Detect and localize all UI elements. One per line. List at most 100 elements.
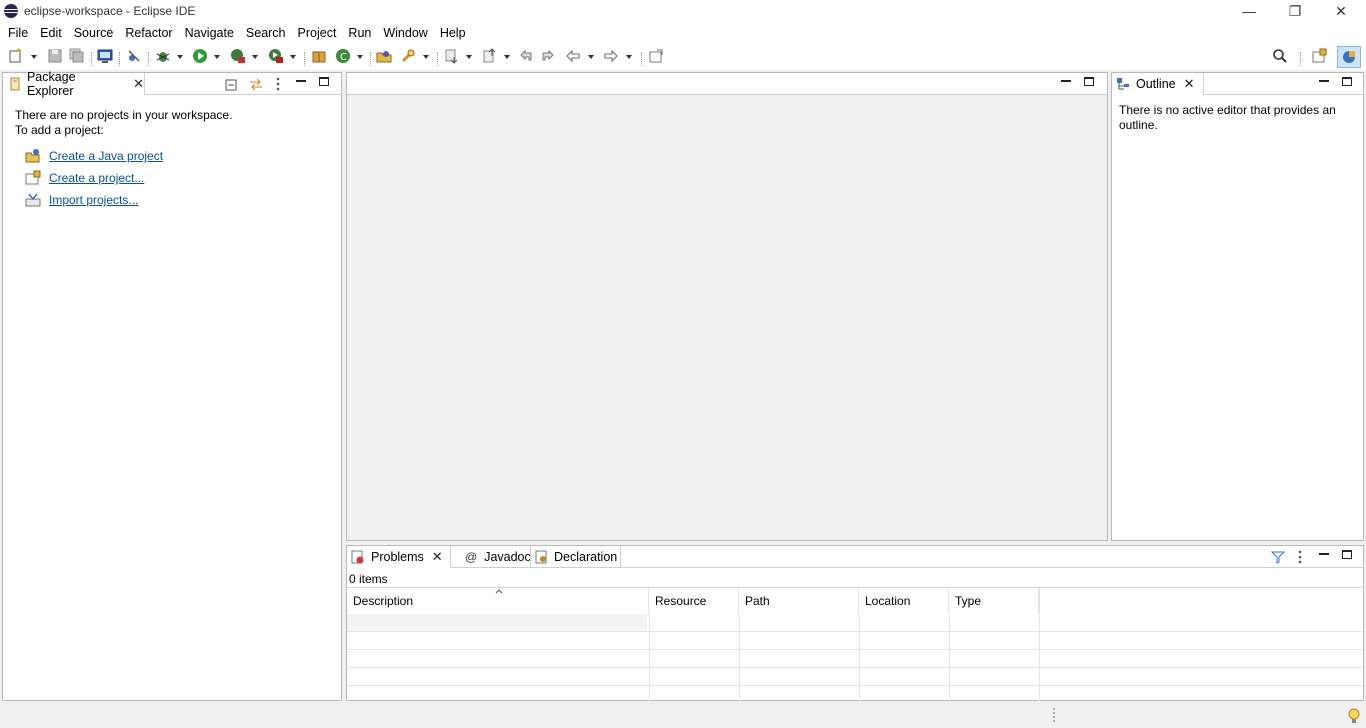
open-perspective-icon[interactable] — [1311, 48, 1327, 66]
toolbar-separator — [119, 52, 120, 66]
problems-tab-label: Problems — [371, 550, 424, 564]
package-explorer-icon — [10, 77, 20, 91]
menu-navigate[interactable]: Navigate — [179, 26, 240, 40]
forward-arrow-icon[interactable] — [603, 48, 619, 66]
new-java-class-icon[interactable]: C — [335, 48, 351, 66]
back-dropdown-icon[interactable] — [588, 55, 594, 59]
column-location[interactable]: Location — [859, 588, 949, 614]
restore-button[interactable]: ❐ — [1272, 0, 1318, 22]
eclipse-logo-icon — [4, 4, 18, 18]
filter-icon[interactable] — [1271, 550, 1285, 564]
coverage-dropdown-icon[interactable] — [252, 55, 258, 59]
maximize-view-icon[interactable] — [1342, 77, 1352, 86]
forward-edit-location-icon[interactable] — [540, 48, 556, 66]
create-java-project-link-row[interactable]: Create a Java project — [25, 148, 163, 164]
close-icon[interactable]: ✕ — [432, 549, 443, 565]
terminal-icon[interactable] — [97, 48, 113, 66]
column-divider — [649, 614, 650, 701]
new-file-icon[interactable] — [8, 48, 24, 66]
minimize-editor-icon[interactable] — [1061, 80, 1071, 82]
menu-source[interactable]: Source — [68, 26, 120, 40]
new-dropdown-icon[interactable] — [31, 55, 37, 59]
new-project-icon — [25, 170, 41, 185]
tab-declaration[interactable]: Declaration — [530, 546, 622, 568]
close-icon[interactable]: ✕ — [133, 76, 144, 92]
window-title: eclipse-workspace - Eclipse IDE — [24, 4, 196, 18]
search-icon[interactable] — [1272, 48, 1288, 66]
editor-area — [346, 72, 1108, 541]
external-tools-icon[interactable] — [268, 48, 284, 66]
pin-editor-icon[interactable] — [648, 48, 664, 66]
close-button[interactable]: ✕ — [1318, 0, 1364, 22]
tab-javadoc[interactable]: @ Javadoc — [461, 546, 531, 568]
outline-empty-message: There is no active editor that provides … — [1119, 103, 1336, 132]
run-icon[interactable] — [192, 48, 208, 66]
coverage-icon[interactable] — [230, 48, 246, 66]
status-separator — [1053, 708, 1055, 722]
run-dropdown-icon[interactable] — [214, 55, 220, 59]
new-java-package-icon[interactable] — [311, 48, 327, 66]
link-with-editor-icon[interactable] — [248, 77, 264, 91]
view-menu-icon[interactable] — [275, 77, 281, 91]
menu-run[interactable]: Run — [342, 26, 377, 40]
toolbar-separator — [370, 52, 371, 66]
tab-outline[interactable]: Outline ✕ — [1112, 73, 1204, 95]
previous-annotation-dropdown-icon[interactable] — [504, 55, 510, 59]
column-path[interactable]: Path — [739, 588, 859, 614]
minimize-button[interactable]: — — [1226, 0, 1272, 22]
save-icon[interactable] — [47, 48, 63, 66]
problems-table: Description Resource Path Location Type — [347, 587, 1363, 701]
maximize-view-icon[interactable] — [1342, 550, 1352, 559]
create-project-link-row[interactable]: Create a project... — [25, 170, 144, 186]
tab-problems[interactable]: Problems ✕ — [347, 546, 451, 568]
javadoc-at-icon: @ — [465, 550, 478, 564]
search-flashlight-icon[interactable] — [400, 48, 416, 66]
skip-breakpoints-icon[interactable] — [126, 48, 142, 66]
search-dropdown-icon[interactable] — [423, 55, 429, 59]
import-icon — [25, 193, 41, 207]
close-icon[interactable]: ✕ — [1184, 76, 1195, 92]
title-bar: eclipse-workspace - Eclipse IDE — ❐ ✕ — [0, 0, 1366, 22]
forward-dropdown-icon[interactable] — [626, 55, 632, 59]
menu-file[interactable]: File — [2, 26, 34, 40]
debug-dropdown-icon[interactable] — [177, 55, 183, 59]
toolbar-separator — [148, 52, 149, 66]
column-type[interactable]: Type — [949, 588, 1039, 614]
java-perspective-button[interactable] — [1337, 46, 1361, 68]
minimize-view-icon[interactable] — [1319, 553, 1329, 555]
tip-lightbulb-icon[interactable] — [1347, 707, 1361, 725]
view-menu-icon[interactable] — [1297, 550, 1303, 564]
main-toolbar: C — [0, 44, 1366, 70]
maximize-editor-icon[interactable] — [1084, 77, 1094, 86]
create-project-link[interactable]: Create a project... — [49, 171, 144, 185]
minimize-view-icon[interactable] — [296, 80, 306, 82]
tab-package-explorer[interactable]: Package Explorer ✕ — [3, 70, 145, 98]
import-projects-link[interactable]: Import projects... — [49, 193, 138, 207]
maximize-view-icon[interactable] — [319, 77, 329, 86]
package-explorer-tab-label: Package Explorer — [26, 70, 76, 98]
debug-icon[interactable] — [155, 48, 171, 66]
import-projects-link-row[interactable]: Import projects... — [25, 192, 138, 208]
toolbar-separator — [641, 52, 642, 66]
next-annotation-dropdown-icon[interactable] — [466, 55, 472, 59]
column-divider — [739, 614, 740, 701]
column-resource[interactable]: Resource — [649, 588, 739, 614]
menu-edit[interactable]: Edit — [34, 26, 68, 40]
external-tools-dropdown-icon[interactable] — [290, 55, 296, 59]
menu-window[interactable]: Window — [377, 26, 433, 40]
minimize-view-icon[interactable] — [1319, 80, 1329, 82]
new-class-dropdown-icon[interactable] — [357, 55, 363, 59]
javadoc-tab-label: Javadoc — [484, 550, 531, 564]
last-edit-location-icon[interactable] — [518, 48, 534, 66]
menu-help[interactable]: Help — [434, 26, 472, 40]
previous-annotation-icon[interactable] — [482, 48, 498, 66]
save-all-icon[interactable] — [69, 48, 85, 66]
menu-project[interactable]: Project — [292, 26, 343, 40]
create-java-project-link[interactable]: Create a Java project — [49, 149, 163, 163]
menu-search[interactable]: Search — [240, 26, 292, 40]
menu-refactor[interactable]: Refactor — [119, 26, 178, 40]
collapse-all-icon[interactable] — [225, 77, 239, 91]
open-type-icon[interactable] — [376, 48, 392, 66]
back-arrow-icon[interactable] — [565, 48, 581, 66]
next-annotation-icon[interactable] — [444, 48, 460, 66]
